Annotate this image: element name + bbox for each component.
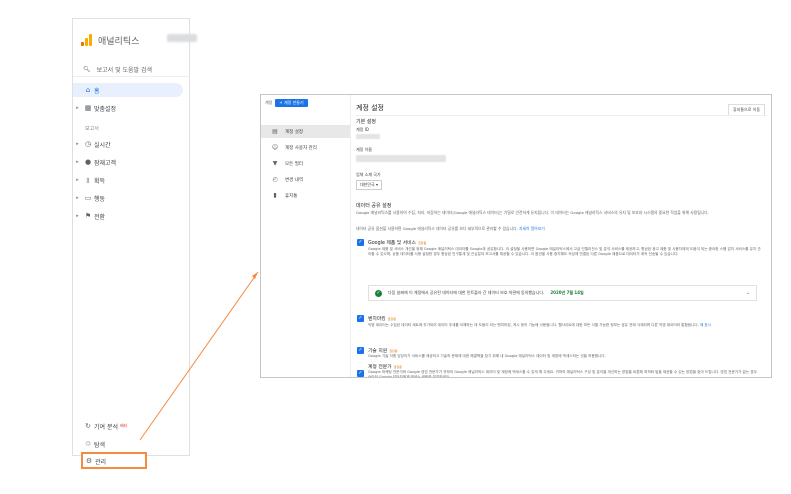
benchmarking-description: 익명 데이터는 수집된 데이터 세트에 추가되어 데이터 추세를 이해하는 데 … [368, 323, 712, 327]
nav-label: 계정 설정 [285, 129, 303, 135]
specialist-checkbox[interactable]: ✓ [357, 370, 364, 377]
tech-support-description: Google 기술 지원 담당자가 서비스를 제공하고 기술적 문제에 대한 해… [368, 354, 606, 358]
nav-label: 모든 필터 [285, 161, 303, 167]
google-products-title: Google 제품 및 서비스 권장됨 [368, 241, 427, 246]
learn-more-link[interactable]: 자세히 알아보기 [519, 226, 545, 231]
tech-support-checkbox[interactable]: ✓ [357, 347, 364, 354]
account-id-label: 계정 ID [356, 127, 369, 132]
recommended-tag: 권장됨 [417, 241, 427, 245]
data-sharing-description-2: 데이터 공유 옵션을 사용하면 Google 애널리틱스 데이터 공유를 보다 … [356, 226, 545, 231]
settings-content: 계정 설정 휴지통으로 이동 기본 설정 계정 ID 계정 이름 업체 소재 국… [356, 95, 767, 377]
account-id-value-blurred [356, 134, 380, 139]
recommended-tag: 권장됨 [389, 349, 398, 353]
admin-nav: 계정 + 계정 만들기 ▤ 계정 설정 ☺ 계정 사용자 관리 ▼ 모든 필터 … [261, 95, 351, 377]
country-value: 대한민국 [360, 182, 375, 187]
google-products-checkbox[interactable]: ✓ [357, 239, 364, 246]
nav-trash[interactable]: ▮ 휴지통 [261, 189, 350, 202]
consent-text: 다음 날짜에 이 계정에서 공유된 데이터에 대한 민트플라 간 데이터 보호 … [388, 290, 545, 295]
breadcrumb: 계정 + 계정 만들기 [265, 99, 308, 107]
account-settings-panel: 계정 + 계정 만들기 ▤ 계정 설정 ☺ 계정 사용자 관리 ▼ 모든 필터 … [260, 94, 772, 378]
building-icon: ▤ [272, 128, 278, 135]
nav-change-history[interactable]: ◴ 변경 내역 [261, 173, 350, 186]
specialist-title: 계정 전문가 권장됨 [368, 365, 402, 370]
specialist-description: Google 마케팅 전문가와 Google 영업 전문가가 귀하의 Googl… [368, 370, 757, 378]
arrow-line [139, 271, 259, 441]
arrow-head [252, 272, 258, 279]
consent-date: 2020년 7월 14일 [550, 290, 584, 295]
check-circle-icon: ✓ [375, 289, 382, 297]
nav-account-settings[interactable]: ▤ 계정 설정 [261, 125, 350, 138]
consent-notice[interactable]: ✓ 다음 날짜에 이 계정에서 공유된 데이터에 대한 민트플라 간 데이터 보… [368, 285, 757, 301]
nav-filters[interactable]: ▼ 모든 필터 [261, 157, 350, 170]
account-name-label: 계정 이름 [356, 147, 372, 152]
nav-label: 휴지통 [285, 193, 298, 199]
nav-label: 변경 내역 [285, 177, 303, 183]
chevron-down-icon[interactable]: ⌄ [746, 290, 750, 296]
users-icon: ☺ [271, 144, 279, 151]
create-account-button[interactable]: + 계정 만들기 [275, 99, 308, 107]
page-title: 계정 설정 [356, 104, 384, 112]
history-icon: ◴ [272, 176, 278, 183]
nav-label: 계정 사용자 관리 [285, 145, 317, 151]
google-products-description: Google 제품 및 서비스 개선을 위해 Google 애널리틱스 데이터를… [368, 247, 761, 256]
basic-settings-heading: 기본 설정 [356, 119, 376, 125]
tech-support-title: 기술 지원 권장됨 [368, 349, 398, 354]
breadcrumb-label: 계정 [265, 100, 273, 105]
data-sharing-heading: 데이터 공유 설정 [356, 203, 392, 209]
divider [356, 115, 767, 116]
nav-user-management[interactable]: ☺ 계정 사용자 관리 [261, 141, 350, 154]
country-select[interactable]: 대한민국 ▾ [356, 180, 383, 190]
benchmarking-title: 벤치마킹 권장됨 [368, 317, 396, 322]
data-sharing-description: Google 애널리틱스를 사용하여 수집, 처리, 저장하는 데이터(Goog… [356, 210, 709, 215]
example-link[interactable]: 예 표시 [700, 323, 711, 327]
recommended-tag: 권장됨 [393, 365, 402, 369]
account-name-input-blurred[interactable] [356, 155, 446, 162]
trash-icon: ▮ [273, 192, 277, 199]
country-label: 업체 소재 국가 [356, 172, 381, 177]
filter-icon: ▼ [272, 160, 278, 167]
benchmarking-checkbox[interactable]: ✓ [357, 315, 364, 322]
recommended-tag: 권장됨 [387, 317, 396, 321]
